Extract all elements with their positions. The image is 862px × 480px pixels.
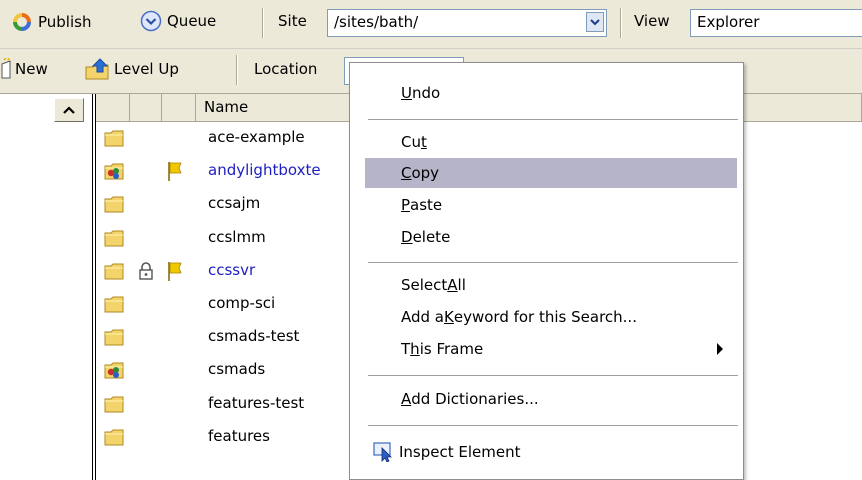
item-name: features-test bbox=[208, 393, 305, 412]
folder-icon bbox=[104, 229, 124, 247]
folder-icon bbox=[104, 129, 124, 147]
name-header-label: Name bbox=[204, 98, 249, 116]
publish-button[interactable]: Publish bbox=[10, 10, 91, 34]
menu-separator bbox=[368, 262, 738, 263]
column-header-icon[interactable] bbox=[96, 94, 130, 122]
menu-separator bbox=[368, 119, 738, 120]
new-button[interactable]: New bbox=[0, 58, 48, 80]
main-toolbar: Publish Queue Site /sites/bath/ View Exp… bbox=[0, 0, 862, 49]
scroll-up-button[interactable] bbox=[54, 98, 84, 122]
menu-separator bbox=[368, 425, 738, 426]
view-value: Explorer bbox=[697, 13, 760, 31]
level-up-button[interactable]: Level Up bbox=[84, 57, 179, 81]
new-item-icon bbox=[1, 58, 11, 79]
site-combo[interactable]: /sites/bath/ bbox=[327, 9, 607, 37]
view-combo[interactable]: Explorer bbox=[690, 9, 862, 37]
item-name: andylightboxte bbox=[208, 161, 321, 180]
folder-icon bbox=[104, 328, 124, 346]
menu-item-select-all[interactable]: Select All bbox=[365, 270, 737, 300]
toolbar-separator bbox=[236, 55, 238, 85]
level-up-label: Level Up bbox=[114, 60, 179, 78]
item-name: ace-example bbox=[208, 128, 305, 146]
menu-item-paste[interactable]: Paste bbox=[365, 190, 737, 220]
menu-item-add-dictionaries[interactable]: Add Dictionaries... bbox=[365, 384, 737, 414]
menu-item-undo[interactable]: Undo bbox=[365, 78, 737, 108]
queue-label: Queue bbox=[167, 12, 217, 30]
chevron-down-icon bbox=[590, 18, 600, 25]
flag-icon bbox=[166, 160, 184, 182]
publish-label: Publish bbox=[38, 13, 92, 31]
folder-icon bbox=[104, 428, 124, 446]
item-name: csmads-test bbox=[208, 327, 300, 346]
level-up-icon bbox=[85, 58, 109, 80]
site-dropdown-button[interactable] bbox=[586, 12, 604, 32]
folder-icon bbox=[104, 395, 124, 413]
submenu-arrow-icon bbox=[717, 343, 723, 355]
left-gutter bbox=[0, 94, 92, 480]
queue-button[interactable]: Queue bbox=[140, 10, 216, 32]
inspect-element-label: Inspect Element bbox=[399, 443, 521, 461]
divider bbox=[92, 94, 93, 480]
toolbar-separator bbox=[620, 8, 622, 38]
item-name: ccslmm bbox=[208, 227, 266, 246]
item-name: csmads bbox=[208, 360, 266, 379]
folder-icon bbox=[104, 262, 124, 280]
location-label: Location bbox=[254, 60, 318, 78]
menu-separator bbox=[368, 375, 738, 376]
site-label: Site bbox=[278, 12, 307, 30]
shared-folder-icon bbox=[104, 361, 124, 379]
menu-item-copy[interactable]: Copy bbox=[365, 158, 737, 188]
folder-icon bbox=[104, 195, 124, 213]
folder-icon bbox=[104, 295, 124, 313]
item-name: comp-sci bbox=[208, 294, 276, 312]
chevron-up-icon bbox=[63, 106, 75, 114]
item-name: features bbox=[208, 426, 270, 445]
menu-item-add-keyword[interactable]: Add a Keyword for this Search... bbox=[365, 302, 737, 332]
inspect-element-icon bbox=[373, 442, 392, 462]
item-name: ccsajm bbox=[208, 194, 261, 213]
column-header-flag[interactable] bbox=[162, 94, 196, 122]
column-header-lock[interactable] bbox=[130, 94, 162, 122]
publish-icon bbox=[13, 13, 31, 31]
flag-icon bbox=[166, 260, 184, 282]
menu-item-this-frame[interactable]: Th is Frame bbox=[365, 334, 737, 364]
site-value: /sites/bath/ bbox=[334, 13, 419, 31]
shared-folder-icon bbox=[104, 162, 124, 180]
new-label: New bbox=[15, 60, 48, 78]
lock-icon bbox=[138, 261, 154, 281]
menu-item-inspect-element[interactable]: Inspect Element bbox=[365, 437, 737, 467]
item-name: ccssvr bbox=[208, 260, 256, 279]
toolbar-separator bbox=[262, 8, 264, 38]
view-label: View bbox=[634, 12, 670, 30]
context-menu: Undo Cu t Copy Paste Delete Select All Ad… bbox=[349, 62, 744, 480]
menu-item-delete[interactable]: Delete bbox=[365, 222, 737, 252]
queue-icon bbox=[140, 10, 162, 32]
menu-item-cut[interactable]: Cu t bbox=[365, 127, 737, 157]
